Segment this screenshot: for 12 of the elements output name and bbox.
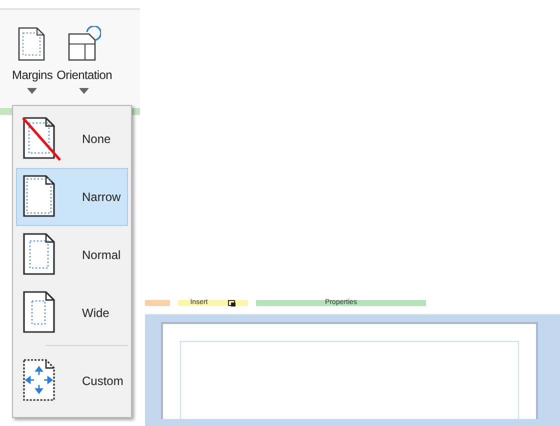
menu-item[interactable]: Normal [16,226,128,284]
margins-button[interactable]: Margins [12,26,53,94]
dropdown-arrow-icon [79,88,90,94]
orientation-button[interactable]: Orientation [56,26,112,94]
menu-item[interactable]: Narrow [16,168,128,226]
no-margins-icon [22,116,62,162]
menu-item[interactable]: None [16,110,128,168]
orientation-icon [67,26,102,62]
dropdown-arrow-icon [27,88,38,94]
menu-item[interactable]: Wide [16,284,128,342]
menu-item[interactable]: Custom [16,352,128,410]
page-icon [17,26,48,62]
